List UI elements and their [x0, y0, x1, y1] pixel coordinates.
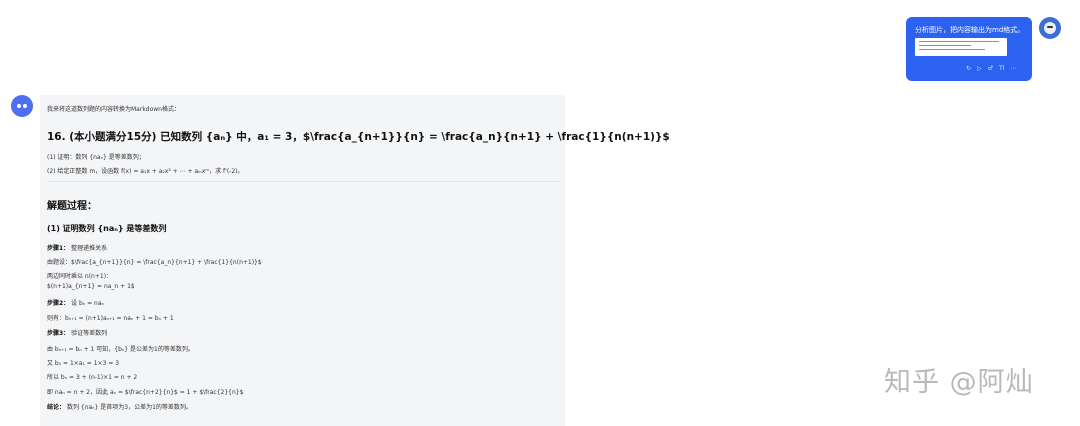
assistant-avatar — [11, 95, 33, 117]
line-8: 即 naₙ = n + 2，因此 aₙ = $\frac{n+2}{n}$ = … — [47, 389, 244, 396]
intro-text: 我来将这道数列题的内容转换为Markdown格式： — [47, 106, 180, 113]
play-icon[interactable]: ▷ — [977, 65, 982, 72]
conclusion-label: 结论： — [47, 404, 66, 411]
step3-label: 步骤3： — [47, 330, 70, 337]
line-3: $(n+1)a_{n+1} = na_n + 1$ — [47, 283, 135, 290]
step3-text: 验证等差数列 — [71, 330, 108, 337]
user-message-text: 分析图片，把内容输出为md格式。 — [915, 26, 1025, 34]
regenerate-icon[interactable]: ↻ — [966, 65, 971, 72]
watermark: 知乎 @阿灿 — [884, 367, 1034, 398]
attached-image-thumbnail[interactable] — [915, 38, 1007, 56]
question-2: (2) 给定正整数 m，设函数 f(x) = a₁x + a₂x² + ⋯ + … — [47, 168, 244, 175]
user-message-bubble: 分析图片，把内容输出为md格式。 ↻ ▷ ♂ Tl ⋯ — [906, 17, 1032, 81]
user-avatar — [1039, 17, 1061, 39]
share-icon[interactable]: ♂ — [988, 65, 993, 72]
divider — [47, 181, 560, 182]
text-size-icon[interactable]: Tl — [999, 65, 1004, 72]
step2-text: 设 bₙ = naₙ — [71, 300, 104, 307]
line-5: 由 bₙ₊₁ = bₙ + 1 可知，{bₙ} 是公差为1的等差数列。 — [47, 346, 194, 353]
conclusion: 结论： 数列 {naₙ} 是首项为3，公差为1的等差数列。 — [47, 402, 192, 411]
question-1: (1) 证明：数列 {naₙ} 是等差数列； — [47, 154, 145, 161]
line-6: 又 b₁ = 1×a₁ = 1×3 = 3 — [47, 360, 120, 367]
step1-text: 整理递推关系 — [71, 245, 108, 252]
more-icon[interactable]: ⋯ — [1010, 65, 1016, 72]
step1: 步骤1： 整理递推关系 — [47, 243, 107, 252]
step3: 步骤3： 验证等差数列 — [47, 328, 107, 337]
step1-label: 步骤1： — [47, 245, 70, 252]
part1-title: (1) 证明数列 {naₙ} 是等差数列 — [47, 224, 167, 233]
conclusion-text: 数列 {naₙ} 是首项为3，公差为1的等差数列。 — [66, 404, 192, 411]
step2-label: 步骤2： — [47, 300, 70, 307]
line-4: 则有：bₙ₊₁ = (n+1)aₙ₊₁ = naₙ + 1 = bₙ + 1 — [47, 315, 174, 322]
message-toolbar: ↻ ▷ ♂ Tl ⋯ — [966, 65, 1016, 72]
line-2: 两边同时乘以 n(n+1)： — [47, 273, 113, 280]
line-1: 由题设：$\frac{a_{n+1}}{n} = \frac{a_n}{n+1}… — [47, 259, 262, 266]
line-7: 所以 bₙ = 3 + (n-1)×1 = n + 2 — [47, 374, 138, 381]
step2: 步骤2： 设 bₙ = naₙ — [47, 298, 104, 307]
assistant-answer: 我来将这道数列题的内容转换为Markdown格式： 16. (本小题满分15分)… — [40, 95, 670, 426]
problem-title: 16. (本小题满分15分) 已知数列 {aₙ} 中，a₁ = 3，$\frac… — [47, 131, 670, 143]
section-title: 解题过程： — [47, 201, 97, 212]
